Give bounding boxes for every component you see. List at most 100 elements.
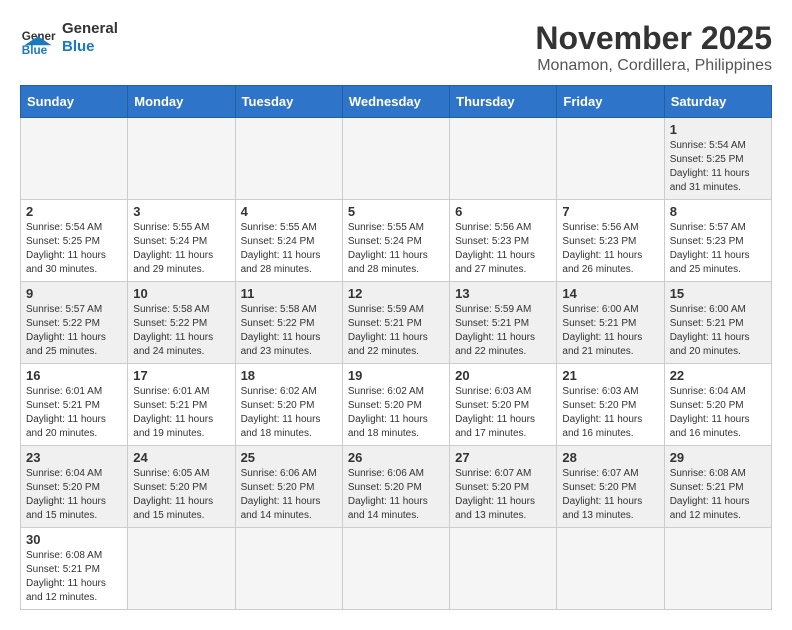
calendar-cell: 28Sunrise: 6:07 AM Sunset: 5:20 PM Dayli… — [557, 446, 664, 528]
day-number: 10 — [133, 286, 229, 301]
day-info: Sunrise: 5:55 AM Sunset: 5:24 PM Dayligh… — [348, 221, 444, 277]
calendar-cell — [21, 118, 128, 200]
day-info: Sunrise: 5:58 AM Sunset: 5:22 PM Dayligh… — [133, 303, 229, 359]
day-info: Sunrise: 6:02 AM Sunset: 5:20 PM Dayligh… — [241, 385, 337, 441]
weekday-header-wednesday: Wednesday — [342, 86, 449, 118]
day-info: Sunrise: 5:56 AM Sunset: 5:23 PM Dayligh… — [562, 221, 658, 277]
calendar-cell: 21Sunrise: 6:03 AM Sunset: 5:20 PM Dayli… — [557, 364, 664, 446]
calendar-week-row: 2 Sunrise: 5:54 AM Sunset: 5:25 PM Daylig… — [21, 200, 772, 282]
calendar-cell: 10 Sunrise: 5:58 AM Sunset: 5:22 PM Dayli… — [128, 282, 235, 364]
day-number: 12 — [348, 286, 444, 301]
weekday-header-monday: Monday — [128, 86, 235, 118]
calendar-cell: 18 Sunrise: 6:02 AM Sunset: 5:20 PM Dayli… — [235, 364, 342, 446]
calendar-week-row: 23Sunrise: 6:04 AM Sunset: 5:20 PM Dayli… — [21, 446, 772, 528]
calendar-cell — [664, 528, 771, 610]
calendar-cell — [128, 528, 235, 610]
calendar-cell — [235, 118, 342, 200]
day-info: Sunrise: 6:07 AM Sunset: 5:20 PM Dayligh… — [455, 467, 551, 523]
day-info: Sunrise: 5:56 AM Sunset: 5:23 PM Dayligh… — [455, 221, 551, 277]
day-number: 16 — [26, 368, 122, 383]
day-number: 14 — [562, 286, 658, 301]
calendar-week-row: 16 Sunrise: 6:01 AM Sunset: 5:21 PM Dayli… — [21, 364, 772, 446]
day-info: Sunrise: 5:59 AM Sunset: 5:21 PM Dayligh… — [455, 303, 551, 359]
calendar-week-row: 30 Sunrise: 6:08 AM Sunset: 5:21 PM Dayli… — [21, 528, 772, 610]
day-number: 30 — [26, 532, 122, 547]
logo: General Blue General Blue — [20, 20, 118, 56]
day-info: Sunrise: 5:59 AM Sunset: 5:21 PM Dayligh… — [348, 303, 444, 359]
day-info: Sunrise: 6:03 AM Sunset: 5:20 PM Dayligh… — [562, 385, 658, 441]
calendar-cell — [557, 528, 664, 610]
day-number: 13 — [455, 286, 551, 301]
day-info: Sunrise: 5:57 AM Sunset: 5:22 PM Dayligh… — [26, 303, 122, 359]
day-info: Sunrise: 6:00 AM Sunset: 5:21 PM Dayligh… — [670, 303, 766, 359]
location-subtitle: Monamon, Cordillera, Philippines — [535, 57, 772, 75]
calendar-cell: 12 Sunrise: 5:59 AM Sunset: 5:21 PM Dayli… — [342, 282, 449, 364]
calendar-table: SundayMondayTuesdayWednesdayThursdayFrid… — [20, 85, 772, 610]
day-info: Sunrise: 5:54 AM Sunset: 5:25 PM Dayligh… — [670, 139, 766, 195]
day-number: 3 — [133, 204, 229, 219]
calendar-cell: 20Sunrise: 6:03 AM Sunset: 5:20 PM Dayli… — [450, 364, 557, 446]
calendar-cell: 26 Sunrise: 6:06 AM Sunset: 5:20 PM Dayli… — [342, 446, 449, 528]
calendar-cell: 14Sunrise: 6:00 AM Sunset: 5:21 PM Dayli… — [557, 282, 664, 364]
weekday-header-sunday: Sunday — [21, 86, 128, 118]
day-info: Sunrise: 5:57 AM Sunset: 5:23 PM Dayligh… — [670, 221, 766, 277]
day-info: Sunrise: 5:55 AM Sunset: 5:24 PM Dayligh… — [133, 221, 229, 277]
day-number: 17 — [133, 368, 229, 383]
day-number: 22 — [670, 368, 766, 383]
logo-icon: General Blue — [20, 20, 56, 56]
day-number: 23 — [26, 450, 122, 465]
day-number: 11 — [241, 286, 337, 301]
day-info: Sunrise: 6:02 AM Sunset: 5:20 PM Dayligh… — [348, 385, 444, 441]
day-number: 24 — [133, 450, 229, 465]
calendar-cell: 17 Sunrise: 6:01 AM Sunset: 5:21 PM Dayli… — [128, 364, 235, 446]
page-header: General Blue General Blue November 2025 … — [20, 20, 772, 75]
day-number: 5 — [348, 204, 444, 219]
calendar-cell: 13 Sunrise: 5:59 AM Sunset: 5:21 PM Dayli… — [450, 282, 557, 364]
day-info: Sunrise: 6:03 AM Sunset: 5:20 PM Dayligh… — [455, 385, 551, 441]
day-number: 18 — [241, 368, 337, 383]
calendar-cell — [342, 528, 449, 610]
calendar-cell: 24 Sunrise: 6:05 AM Sunset: 5:20 PM Dayli… — [128, 446, 235, 528]
day-info: Sunrise: 5:54 AM Sunset: 5:25 PM Dayligh… — [26, 221, 122, 277]
calendar-week-row: 9Sunrise: 5:57 AM Sunset: 5:22 PM Daylig… — [21, 282, 772, 364]
day-number: 26 — [348, 450, 444, 465]
day-info: Sunrise: 6:08 AM Sunset: 5:21 PM Dayligh… — [670, 467, 766, 523]
calendar-cell: 25Sunrise: 6:06 AM Sunset: 5:20 PM Dayli… — [235, 446, 342, 528]
day-info: Sunrise: 6:06 AM Sunset: 5:20 PM Dayligh… — [241, 467, 337, 523]
day-info: Sunrise: 5:58 AM Sunset: 5:22 PM Dayligh… — [241, 303, 337, 359]
day-number: 29 — [670, 450, 766, 465]
calendar-cell: 27Sunrise: 6:07 AM Sunset: 5:20 PM Dayli… — [450, 446, 557, 528]
calendar-cell — [235, 528, 342, 610]
month-title: November 2025 — [535, 20, 772, 57]
day-info: Sunrise: 6:05 AM Sunset: 5:20 PM Dayligh… — [133, 467, 229, 523]
day-number: 7 — [562, 204, 658, 219]
calendar-cell: 22 Sunrise: 6:04 AM Sunset: 5:20 PM Dayli… — [664, 364, 771, 446]
calendar-cell: 23Sunrise: 6:04 AM Sunset: 5:20 PM Dayli… — [21, 446, 128, 528]
calendar-cell: 19 Sunrise: 6:02 AM Sunset: 5:20 PM Dayli… — [342, 364, 449, 446]
calendar-cell: 11 Sunrise: 5:58 AM Sunset: 5:22 PM Dayli… — [235, 282, 342, 364]
calendar-cell: 29 Sunrise: 6:08 AM Sunset: 5:21 PM Dayli… — [664, 446, 771, 528]
calendar-cell: 2 Sunrise: 5:54 AM Sunset: 5:25 PM Daylig… — [21, 200, 128, 282]
calendar-cell: 30 Sunrise: 6:08 AM Sunset: 5:21 PM Dayli… — [21, 528, 128, 610]
day-number: 2 — [26, 204, 122, 219]
day-number: 19 — [348, 368, 444, 383]
calendar-cell: 4 Sunrise: 5:55 AM Sunset: 5:24 PM Daylig… — [235, 200, 342, 282]
day-info: Sunrise: 6:08 AM Sunset: 5:21 PM Dayligh… — [26, 549, 122, 605]
day-info: Sunrise: 6:01 AM Sunset: 5:21 PM Dayligh… — [133, 385, 229, 441]
title-section: November 2025 Monamon, Cordillera, Phili… — [535, 20, 772, 75]
day-info: Sunrise: 5:55 AM Sunset: 5:24 PM Dayligh… — [241, 221, 337, 277]
day-number: 15 — [670, 286, 766, 301]
day-info: Sunrise: 6:01 AM Sunset: 5:21 PM Dayligh… — [26, 385, 122, 441]
calendar-cell — [557, 118, 664, 200]
weekday-header-thursday: Thursday — [450, 86, 557, 118]
logo-blue-text: Blue — [62, 38, 118, 56]
calendar-cell: 3 Sunrise: 5:55 AM Sunset: 5:24 PM Daylig… — [128, 200, 235, 282]
day-number: 4 — [241, 204, 337, 219]
day-number: 6 — [455, 204, 551, 219]
day-info: Sunrise: 6:04 AM Sunset: 5:20 PM Dayligh… — [670, 385, 766, 441]
calendar-cell — [450, 118, 557, 200]
weekday-header-friday: Friday — [557, 86, 664, 118]
weekday-header-row: SundayMondayTuesdayWednesdayThursdayFrid… — [21, 86, 772, 118]
calendar-cell — [450, 528, 557, 610]
day-info: Sunrise: 6:06 AM Sunset: 5:20 PM Dayligh… — [348, 467, 444, 523]
